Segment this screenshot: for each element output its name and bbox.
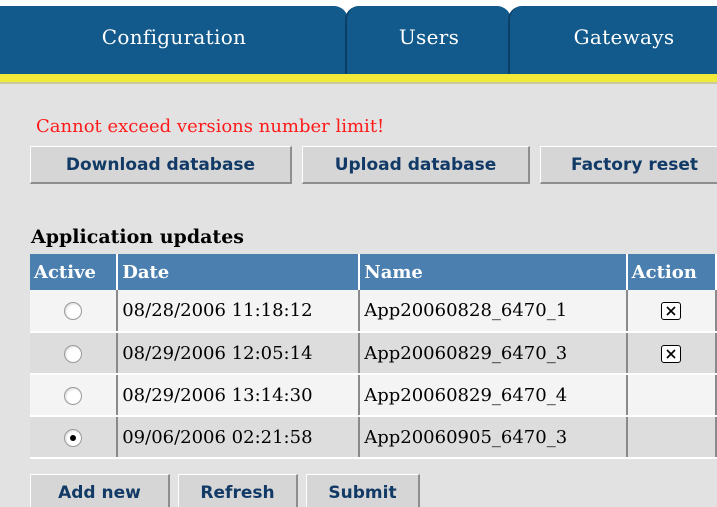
table-row: 08/29/2006 13:14:30 App20060829_6470_4 — [30, 374, 717, 417]
add-new-button[interactable]: Add new — [30, 474, 170, 507]
active-radio[interactable] — [64, 344, 83, 363]
submit-button[interactable]: Submit — [306, 474, 420, 507]
action-cell — [626, 290, 717, 333]
tab-configuration[interactable]: Configuration — [0, 6, 348, 74]
upload-database-button[interactable]: Upload database — [302, 146, 530, 184]
action-cell — [626, 416, 717, 459]
action-cell — [626, 332, 717, 375]
active-cell — [30, 374, 119, 417]
accent-divider — [0, 74, 717, 84]
application-updates-title: Application updates — [31, 226, 244, 248]
tab-bar: Configuration Users Gateways — [0, 0, 717, 76]
active-radio[interactable] — [64, 302, 83, 320]
app-window: Configuration Users Gateways Cannot exce… — [0, 0, 717, 507]
name-cell: App20060829_6470_3 — [359, 332, 628, 375]
name-cell: App20060828_6470_1 — [359, 290, 628, 333]
column-header-name: Name — [359, 254, 628, 290]
column-header-active: Active — [30, 254, 119, 290]
tab-gateways[interactable]: Gateways — [508, 6, 717, 74]
table-row: 09/06/2006 02:21:58 App20060905_6470_3 — [30, 416, 717, 459]
active-cell — [30, 416, 119, 459]
delete-icon[interactable] — [661, 344, 682, 363]
date-cell: 08/28/2006 11:18:12 — [117, 290, 361, 333]
date-cell: 09/06/2006 02:21:58 — [117, 416, 361, 459]
date-cell: 08/29/2006 13:14:30 — [117, 374, 361, 417]
tab-users[interactable]: Users — [345, 6, 511, 74]
delete-icon[interactable] — [661, 302, 682, 320]
download-database-button[interactable]: Download database — [30, 146, 292, 184]
error-message: Cannot exceed versions number limit! — [36, 116, 385, 137]
table-row: 08/28/2006 11:18:12 App20060828_6470_1 — [30, 290, 717, 333]
column-header-date: Date — [117, 254, 361, 290]
application-updates-table: Active Date Name Action 08/28/2006 11:18… — [30, 254, 717, 459]
active-radio[interactable] — [64, 386, 83, 405]
table-header-row: Active Date Name Action — [30, 254, 717, 290]
factory-reset-button[interactable]: Factory reset — [540, 146, 717, 184]
column-header-action: Action — [626, 254, 717, 290]
date-cell: 08/29/2006 12:05:14 — [117, 332, 361, 375]
active-cell — [30, 332, 119, 375]
table-row: 08/29/2006 12:05:14 App20060829_6470_3 — [30, 332, 717, 375]
action-cell — [626, 374, 717, 417]
name-cell: App20060905_6470_3 — [359, 416, 628, 459]
refresh-button[interactable]: Refresh — [178, 474, 298, 507]
active-cell — [30, 290, 119, 333]
active-radio-selected[interactable] — [64, 428, 83, 447]
name-cell: App20060829_6470_4 — [359, 374, 628, 417]
